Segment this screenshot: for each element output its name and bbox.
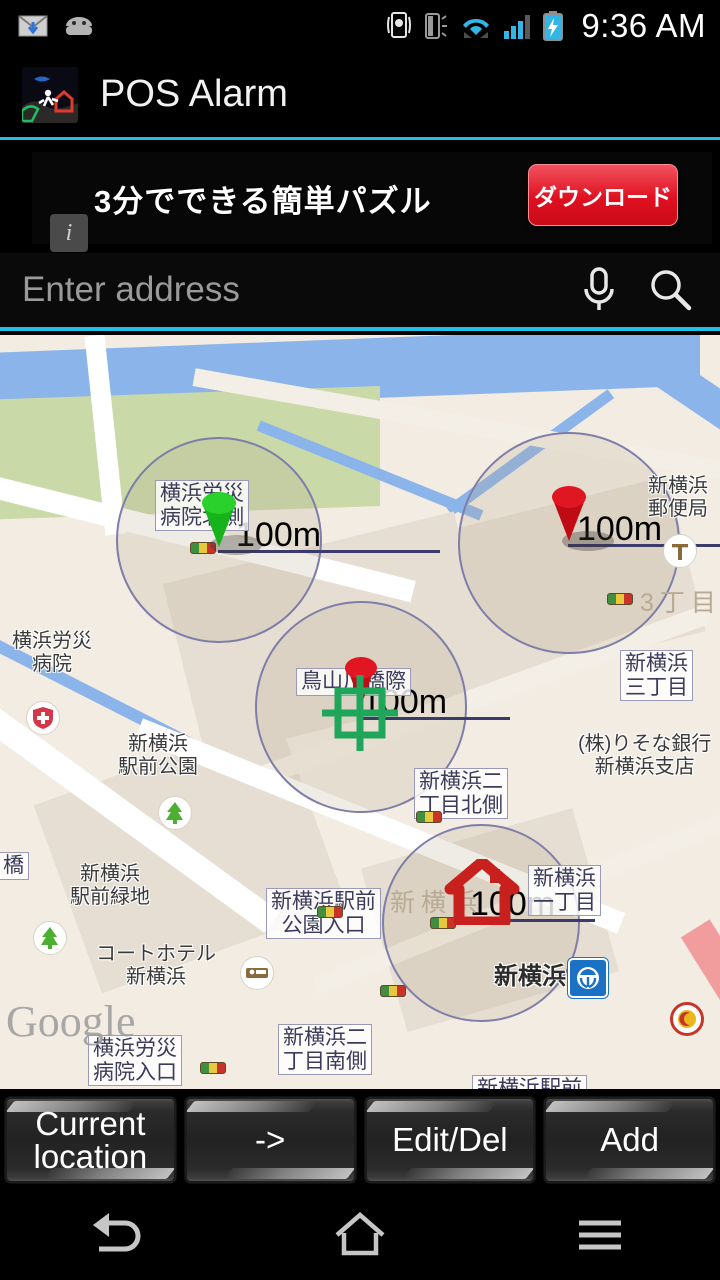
traffic-signal-icon	[317, 906, 343, 918]
ad-content[interactable]: 3分でできる簡単パズル ダウンロード i	[32, 152, 712, 252]
vibrate-alert-icon	[387, 12, 412, 38]
add-button-label: Add	[600, 1121, 659, 1158]
map-boxed-label-nichome-south: 新横浜二 丁目南側	[278, 1024, 372, 1076]
traffic-signal-icon	[380, 985, 406, 997]
ad-info-icon[interactable]: i	[50, 214, 88, 252]
cellular-signal-icon	[504, 15, 531, 39]
android-navigation-bar	[0, 1190, 720, 1280]
map-label-station-front-park: 新横浜 駅前公園	[118, 733, 198, 778]
ad-banner[interactable]: 3分でできる簡単パズル ダウンロード i	[0, 143, 720, 253]
map-view[interactable]: 100m 100m 100m 100m 3丁目 新横浜 横浜労災 病院 新横浜 …	[0, 335, 720, 1089]
green-pin[interactable]	[196, 483, 242, 547]
next-button[interactable]: ->	[183, 1095, 357, 1184]
traffic-signal-icon	[416, 811, 442, 823]
edit-delete-button-label: Edit/Del	[392, 1121, 508, 1158]
traffic-signal-icon	[607, 593, 633, 605]
map-label-yokohama-rosai-hospital: 横浜労災 病院	[12, 630, 92, 675]
traffic-signal-icon	[200, 1062, 226, 1074]
silent-mode-icon	[425, 13, 448, 39]
green-crosshair-icon[interactable]	[322, 675, 398, 751]
map-label-resona-bank: (株)りそな銀行 新横浜支店	[578, 733, 712, 778]
action-bar: POS Alarm	[0, 52, 720, 140]
address-search-bar[interactable]	[0, 253, 720, 331]
map-boxed-label-bridge: 橋	[0, 852, 29, 880]
map-boxed-label-station-front: 新横浜駅前	[472, 1075, 587, 1089]
page-title: POS Alarm	[100, 73, 288, 115]
android-icon	[66, 17, 92, 35]
status-bar-left-icons	[0, 14, 96, 38]
current-location-button-label: Current location	[33, 1104, 148, 1175]
pos-alarm-app-icon	[22, 66, 78, 123]
park-tree-icon[interactable]	[33, 921, 67, 955]
edit-delete-button[interactable]: Edit/Del	[363, 1095, 537, 1184]
next-button-label: ->	[254, 1121, 286, 1158]
home-icon[interactable]	[240, 1190, 480, 1280]
current-location-button[interactable]: Current location	[4, 1095, 177, 1184]
post-office-icon[interactable]	[663, 534, 697, 568]
magnifier-icon[interactable]	[646, 265, 694, 315]
station-icon[interactable]	[568, 958, 608, 998]
google-attribution: Google	[6, 997, 136, 1046]
action-button-bar: Current location -> Edit/Del Add	[0, 1089, 720, 1190]
back-icon[interactable]	[0, 1190, 240, 1280]
search-input[interactable]	[0, 270, 578, 310]
map-label-court-hotel: コートホテル 新横浜	[96, 943, 216, 988]
map-label-station-front-green: 新横浜 駅前緑地	[70, 863, 150, 908]
hotel-bed-icon[interactable]	[240, 956, 274, 990]
ad-headline: 3分でできる簡単パズル	[94, 183, 432, 219]
gmail-icon	[18, 15, 48, 37]
restaurant-icon[interactable]	[670, 1002, 704, 1036]
status-bar: 9:36 AM	[0, 0, 720, 52]
menu-icon[interactable]	[480, 1190, 720, 1280]
map-label-post-office: 新横浜 郵便局	[648, 475, 708, 520]
map-highway	[680, 919, 720, 1065]
map-boxed-label-itchome: 新横浜 一丁目	[528, 865, 601, 917]
map-label-shin-yokohama-station: 新横浜	[494, 963, 566, 990]
park-tree-icon[interactable]	[158, 796, 192, 830]
battery-charging-icon	[543, 11, 564, 41]
add-button[interactable]: Add	[543, 1095, 716, 1184]
microphone-icon[interactable]	[578, 265, 620, 315]
red-pin-northeast[interactable]	[546, 477, 592, 541]
wifi-icon	[463, 18, 490, 38]
ad-download-button[interactable]: ダウンロード	[528, 164, 678, 226]
map-boxed-label-sanchome: 新横浜 三丁目	[620, 650, 693, 702]
red-house-marker[interactable]	[444, 856, 520, 928]
hospital-icon[interactable]	[26, 701, 60, 735]
map-district-label: 3丁目	[640, 589, 720, 617]
status-bar-clock: 9:36 AM	[581, 7, 706, 44]
status-bar-right-icons: 9:36 AM	[386, 7, 720, 45]
